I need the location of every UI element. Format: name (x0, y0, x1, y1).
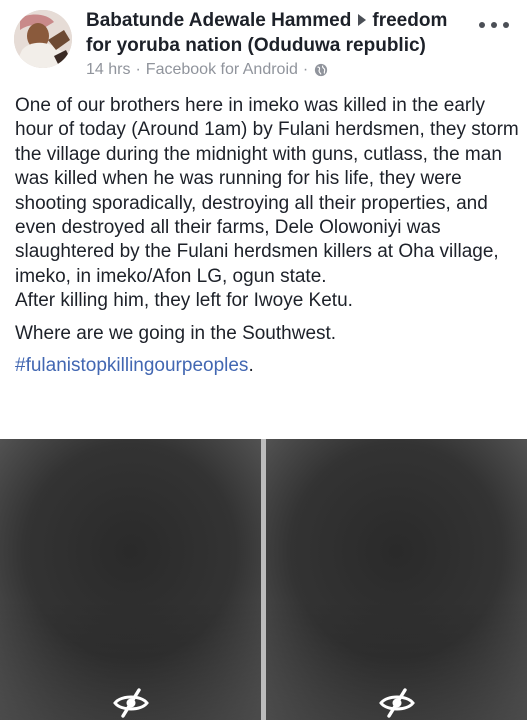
meta-separator: · (302, 61, 309, 78)
hashtag-tail: . (248, 355, 254, 377)
media-item-hidden[interactable] (0, 439, 261, 720)
post-timestamp[interactable]: 14 hrs (86, 60, 130, 80)
group-name-start[interactable]: freedom (372, 10, 447, 31)
eye-slash-icon[interactable] (112, 688, 150, 718)
avatar[interactable] (14, 10, 72, 68)
post-title: Babatunde Adewale Hammed freedom for yoru… (86, 8, 466, 80)
post-header: Babatunde Adewale Hammed freedom for yoru… (0, 0, 527, 92)
post-source: Facebook for Android (145, 61, 298, 78)
more-options-icon (491, 22, 497, 28)
more-options-button[interactable] (479, 18, 509, 32)
post-meta: 14 hrs · Facebook for Android · (86, 60, 466, 80)
post-paragraph: One of our brothers here in imeko was ki… (15, 95, 519, 287)
title-line-1: Babatunde Adewale Hammed freedom (86, 8, 466, 33)
title-line-2: for yoruba nation (Oduduwa republic) (86, 33, 466, 58)
eye-slash-icon[interactable] (378, 688, 416, 718)
avatar-image (14, 10, 72, 68)
more-options-icon (479, 22, 485, 28)
more-options-icon (503, 22, 509, 28)
group-name-end[interactable]: for yoruba nation (Oduduwa republic) (86, 35, 426, 56)
post-media (0, 439, 527, 720)
caret-right-icon (358, 14, 367, 27)
post-paragraph: After killing him, they left for Iwoye K… (15, 290, 353, 312)
globe-icon (315, 63, 328, 77)
media-item-hidden[interactable] (266, 439, 527, 720)
meta-separator: · (135, 61, 141, 78)
hashtag-link[interactable]: #fulanistopkillingourpeoples (15, 355, 248, 376)
author-name[interactable]: Babatunde Adewale Hammed (86, 10, 351, 31)
post-body: One of our brothers here in imeko was ki… (15, 94, 520, 378)
post-paragraph: #fulanistopkillingourpeoples. (15, 354, 520, 378)
post-paragraph: Where are we going in the Southwest. (15, 322, 337, 344)
